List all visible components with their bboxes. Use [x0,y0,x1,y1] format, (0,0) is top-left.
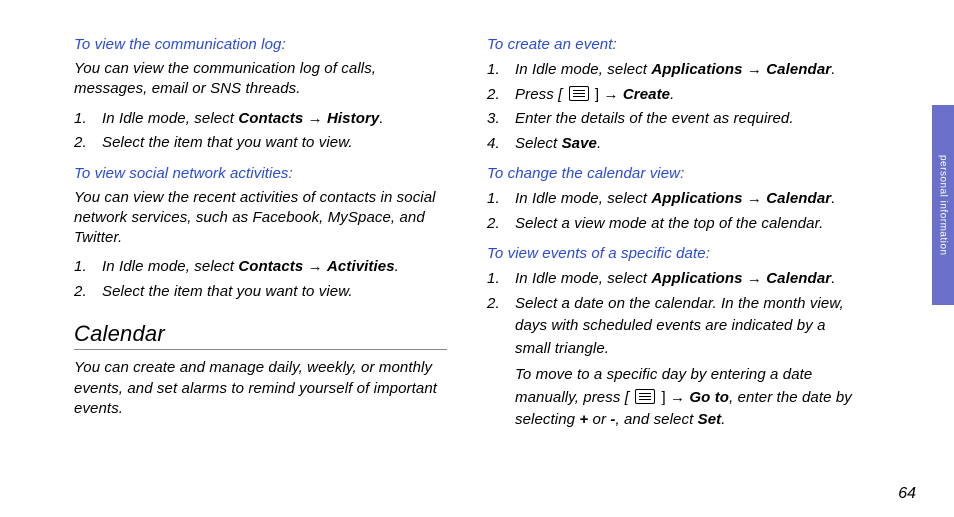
step-number: 1. [74,108,102,131]
list-item: 2. Select the item that you want to view… [74,281,447,304]
bold-text: Activities [327,258,395,275]
step-text: In Idle mode, select [102,258,238,275]
list-item: 2. Select the item that you want to view… [74,132,447,155]
steps-comm-log: 1. In Idle mode, select Contacts → Histo… [74,108,447,155]
arrow-icon: → [743,270,767,287]
menu-key-icon [569,86,589,101]
para-calendar-intro: You can create and manage daily, weekly,… [74,358,447,419]
bold-text: Applications [651,270,742,287]
step-number: 2. [487,84,515,107]
step-text: . [721,411,725,428]
step-body: Select a view mode at the top of the cal… [515,213,860,236]
list-item: 2. Select a view mode at the top of the … [487,213,860,236]
step-text: Select a date on the calendar. In the mo… [515,295,844,357]
step-text: . [379,110,383,127]
step-number: 2. [74,132,102,155]
bold-text: Contacts [238,110,303,127]
menu-key-icon [635,389,655,404]
step-text: . [831,270,835,287]
step-body: Select the item that you want to view. [102,132,447,155]
step-number: 3. [487,108,515,131]
step-body: In Idle mode, select Applications → Cale… [515,59,860,82]
bold-text: Calendar [766,270,831,287]
list-item: 1. In Idle mode, select Applications → C… [487,59,860,82]
steps-change-view: 1. In Idle mode, select Applications → C… [487,188,860,235]
step-text: or [588,411,610,428]
step-text: , and select [615,411,697,428]
arrow-icon: → [743,61,767,78]
steps-create-event: 1. In Idle mode, select Applications → C… [487,59,860,155]
list-item: 3. Enter the details of the event as req… [487,108,860,131]
steps-view-date: 1. In Idle mode, select Applications → C… [487,268,860,432]
heading-create-event: To create an event: [487,36,860,53]
step-body: In Idle mode, select Applications → Cale… [515,268,860,291]
right-column: To create an event: 1. In Idle mode, sel… [487,30,860,442]
step-number: 2. [487,213,515,236]
step-text: In Idle mode, select [515,190,651,207]
step-body: In Idle mode, select Contacts → Activiti… [102,256,447,279]
list-item: 4. Select Save. [487,133,860,156]
heading-view-date: To view events of a specific date: [487,245,860,262]
step-text: . [597,135,601,152]
step-sub-text: To move to a specific day by entering a … [515,364,860,432]
step-text: Press [ [515,86,567,103]
side-tab-label: personal information [938,155,949,256]
bold-text: History [327,110,379,127]
list-item: 1. In Idle mode, select Contacts → Activ… [74,256,447,279]
step-body: In Idle mode, select Applications → Cale… [515,188,860,211]
step-text: ] → [591,86,623,103]
step-body: Select the item that you want to view. [102,281,447,304]
step-number: 2. [487,293,515,316]
arrow-icon: → [743,190,767,207]
bold-text: Calendar [766,190,831,207]
list-item: 2. Select a date on the calendar. In the… [487,293,860,432]
bold-text: Applications [651,61,742,78]
step-body: Press [ ] → Create. [515,84,860,107]
left-column: To view the communication log: You can v… [74,30,447,442]
arrow-icon: → [303,258,327,275]
list-item: 1. In Idle mode, select Applications → C… [487,188,860,211]
steps-social: 1. In Idle mode, select Contacts → Activ… [74,256,447,303]
step-number: 1. [74,256,102,279]
step-body: Select a date on the calendar. In the mo… [515,293,860,432]
side-tab: personal information [932,105,954,305]
list-item: 1. In Idle mode, select Applications → C… [487,268,860,291]
bold-text: Contacts [238,258,303,275]
arrow-icon: → [303,110,327,127]
para-comm-log: You can view the communication log of ca… [74,59,447,100]
step-number: 1. [487,188,515,211]
step-text: . [831,61,835,78]
step-text: . [831,190,835,207]
bold-text: Go to [689,389,729,406]
heading-comm-log: To view the communication log: [74,36,447,53]
step-text: In Idle mode, select [515,61,651,78]
list-item: 1. In Idle mode, select Contacts → Histo… [74,108,447,131]
step-text: ] → [657,389,689,406]
step-number: 2. [74,281,102,304]
step-number: 1. [487,59,515,82]
step-text: . [395,258,399,275]
step-number: 4. [487,133,515,156]
bold-text: + [579,411,588,428]
page-number: 64 [898,485,916,503]
step-text: In Idle mode, select [515,270,651,287]
step-body: In Idle mode, select Contacts → History. [102,108,447,131]
list-item: 2. Press [ ] → Create. [487,84,860,107]
step-number: 1. [487,268,515,291]
bold-text: Set [698,411,722,428]
step-body: Enter the details of the event as requir… [515,108,860,131]
section-title-calendar: Calendar [74,321,447,350]
bold-text: Calendar [766,61,831,78]
step-text: Select [515,135,562,152]
bold-text: Save [562,135,597,152]
bold-text: Applications [651,190,742,207]
bold-text: Create [623,86,670,103]
para-social: You can view the recent activities of co… [74,188,447,249]
heading-change-view: To change the calendar view: [487,165,860,182]
step-text: . [670,86,674,103]
page-content: To view the communication log: You can v… [0,0,920,442]
heading-social: To view social network activities: [74,165,447,182]
step-body: Select Save. [515,133,860,156]
step-text: In Idle mode, select [102,110,238,127]
